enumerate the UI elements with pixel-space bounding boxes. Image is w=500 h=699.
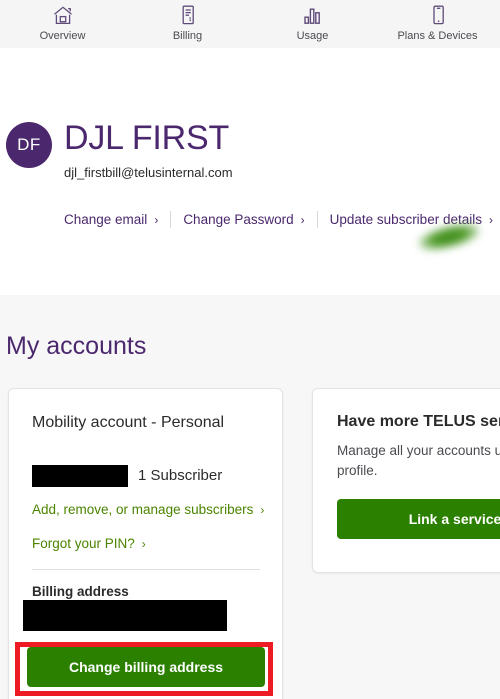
section-title: My accounts: [6, 332, 147, 360]
nav-item-billing[interactable]: Billing: [125, 0, 250, 48]
mobility-account-card: Mobility account - Personal 1 Subscriber…: [8, 388, 283, 699]
change-billing-address-button[interactable]: Change billing address: [27, 647, 265, 687]
change-email-label: Change email: [64, 211, 148, 227]
avatar: DF: [6, 122, 52, 168]
chevron-right-icon: ›: [141, 537, 146, 551]
nav-label-billing: Billing: [172, 30, 203, 42]
redacted-billing-address: [23, 600, 227, 631]
forgot-pin-link[interactable]: Forgot your PIN? ›: [32, 536, 146, 551]
forgot-pin-label: Forgot your PIN?: [32, 536, 135, 551]
billing-address-label: Billing address: [32, 584, 129, 599]
promo-body: Manage all your accounts under one profi…: [337, 443, 500, 478]
update-subscriber-details-label: Update subscriber details: [329, 211, 482, 227]
nav-item-overview[interactable]: Overview: [0, 0, 125, 48]
page-title: DJL FIRST: [64, 119, 230, 157]
mobile-phone-icon: [429, 3, 447, 27]
manage-subscribers-link[interactable]: Add, remove, or manage subscribers ›: [32, 502, 264, 517]
nav-label-plans-devices: Plans & Devices: [397, 30, 478, 42]
profile-action-links: Change email › Change Password › Update …: [64, 208, 493, 230]
chevron-right-icon: ›: [488, 212, 493, 227]
profile-email: djl_firstbill@telusinternal.com: [64, 165, 233, 180]
bar-chart-icon: [301, 3, 325, 27]
nav-label-overview: Overview: [39, 30, 86, 42]
link-a-service-button[interactable]: Link a service: [337, 499, 500, 539]
top-navigation-bar: Overview Billing Usage Plans & Devices: [0, 0, 500, 48]
account-number-row: 1 Subscriber: [32, 465, 222, 487]
subscriber-count: 1 Subscriber: [138, 467, 223, 484]
change-email-link[interactable]: Change email ›: [64, 212, 158, 227]
chevron-right-icon: ›: [154, 212, 159, 227]
mobility-account-title: Mobility account - Personal: [32, 414, 225, 431]
chevron-right-icon: ›: [300, 212, 305, 227]
nav-item-plans-devices[interactable]: Plans & Devices: [375, 0, 500, 48]
chevron-right-icon: ›: [260, 503, 265, 517]
change-password-label: Change Password: [183, 211, 294, 227]
profile-header: DF DJL FIRST djl_firstbill@telusinternal…: [0, 48, 500, 295]
update-subscriber-details-link[interactable]: Update subscriber details ›: [330, 212, 493, 227]
card-divider: [32, 569, 260, 570]
nav-label-usage: Usage: [296, 30, 329, 42]
change-password-link[interactable]: Change Password ›: [183, 212, 304, 227]
link-service-promo-card: Have more TELUS services? Manage all you…: [312, 388, 500, 573]
promo-title: Have more TELUS services?: [337, 413, 500, 430]
home-icon: [52, 3, 74, 27]
document-icon: [178, 3, 198, 27]
my-accounts-section: My accounts Mobility account - Personal …: [0, 295, 500, 699]
link-divider: [316, 210, 318, 228]
nav-item-usage[interactable]: Usage: [250, 0, 375, 48]
page-root: Overview Billing Usage Plans & Devices D…: [0, 0, 500, 699]
link-divider: [170, 210, 172, 228]
manage-subscribers-label: Add, remove, or manage subscribers: [32, 502, 254, 517]
redacted-account-number: [32, 465, 128, 487]
